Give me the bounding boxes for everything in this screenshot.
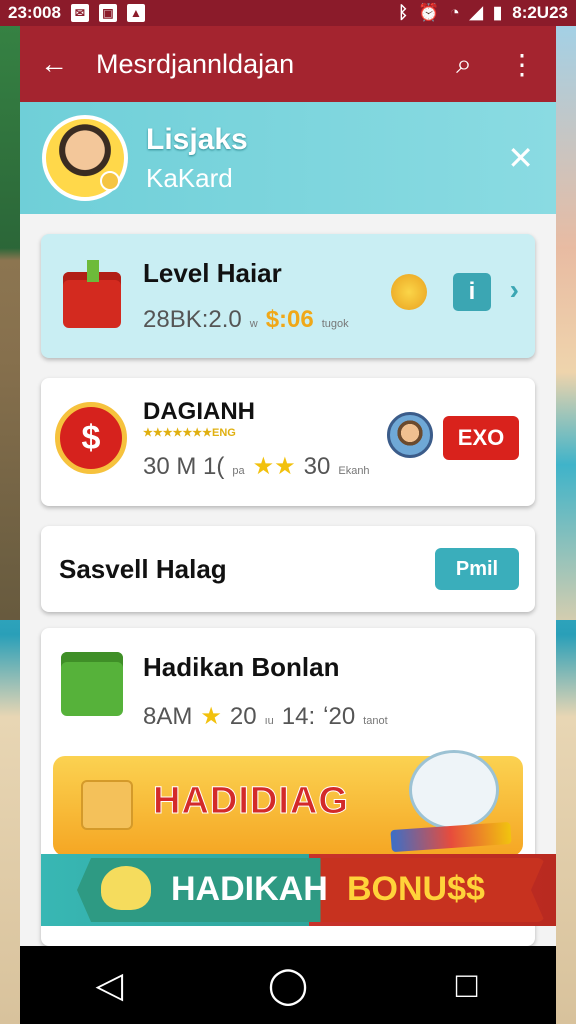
status-time-left: 23:008 bbox=[8, 3, 61, 22]
list-item-daily[interactable]: $ DAGIANH ★★★★★★★ENG 30 M 1( pa ★★ 30 Ek… bbox=[41, 378, 535, 506]
background-beach-right bbox=[556, 0, 576, 620]
bonus-banner-label-left: HADIKAH bbox=[171, 870, 328, 908]
card-title: Level Haiar bbox=[143, 258, 282, 288]
nav-home-icon[interactable]: ◯ bbox=[258, 964, 318, 1006]
card-meta-extra: ʻ20 bbox=[323, 703, 356, 730]
alarm-icon: ⏰ bbox=[418, 3, 440, 22]
card-meta-time: 14: bbox=[281, 703, 316, 730]
card-meta-count: 30 bbox=[303, 453, 331, 480]
exo-button[interactable]: EXO bbox=[443, 416, 519, 460]
badge-icon bbox=[100, 171, 120, 191]
status-bar: 23:008 ✉ ▣ ▲ ᛒ ⏰ ◔ ◢ ▮ 8:2U23 bbox=[0, 0, 576, 26]
profile-name: Lisjaks bbox=[146, 122, 248, 156]
info-button[interactable]: i bbox=[453, 273, 491, 311]
card-meta-small: tanot bbox=[363, 715, 388, 727]
bonus-banner[interactable]: HADIKAH BONU$$ bbox=[41, 854, 556, 926]
card-meta-unit: w bbox=[249, 318, 258, 330]
card-title: Hadikan Bonlan bbox=[143, 652, 340, 682]
signal-icon: ◢ bbox=[469, 3, 483, 22]
background-palm-left bbox=[0, 0, 22, 620]
page-title: Mesrdjannldajan bbox=[96, 48, 295, 79]
profile-subtitle: KaKard bbox=[146, 162, 233, 193]
notification-icon: ✉ bbox=[70, 4, 89, 22]
bluetooth-icon: ᛒ bbox=[398, 3, 409, 22]
hand-icon bbox=[101, 866, 151, 910]
promo-banner-label: HADIDIAG bbox=[153, 780, 349, 823]
notification-icon: ▲ bbox=[126, 4, 145, 22]
card-meta-unit: ıu bbox=[264, 715, 274, 727]
avatar[interactable] bbox=[42, 115, 128, 201]
back-arrow-icon[interactable]: ← bbox=[38, 48, 70, 80]
books-icon bbox=[390, 821, 512, 853]
card-meta-unit: pa bbox=[232, 465, 245, 477]
card-meta-count: 20 bbox=[229, 703, 257, 730]
battery-icon: ▮ bbox=[492, 3, 503, 22]
app-bar: ← Mesrdjannldajan ⌕ ⋮ bbox=[20, 26, 556, 102]
teapot-icon bbox=[409, 750, 499, 830]
card-meta-value: 28BK:2.0 bbox=[143, 306, 242, 333]
promo-banner[interactable]: HADIDIAG bbox=[53, 750, 523, 856]
card-meta-small: Ekanh bbox=[338, 465, 370, 477]
star-icon: ★★ bbox=[252, 453, 296, 480]
app-screen: ← Mesrdjannldajan ⌕ ⋮ Lisjaks KaKard ✕ L… bbox=[20, 26, 556, 946]
card-meta: 8AM ★ 20 ıu 14: ʻ20 tanot bbox=[143, 702, 388, 731]
coin-icon: $ bbox=[55, 402, 127, 474]
card-meta: 28BK:2.0 w $:06 tugok bbox=[143, 306, 349, 334]
card-title: DAGIANH bbox=[143, 398, 255, 425]
bonus-banner-label-right: BONU$$ bbox=[347, 870, 485, 908]
wifi-icon: ◔ bbox=[449, 3, 460, 22]
notification-icon: ▣ bbox=[98, 4, 117, 22]
list-item-level[interactable]: Level Haiar 28BK:2.0 w $:06 tugok i › bbox=[41, 234, 535, 358]
gift-box-icon bbox=[61, 652, 123, 716]
card-title: Sasvell Halag bbox=[59, 554, 227, 584]
profile-header: Lisjaks KaKard ✕ bbox=[20, 102, 556, 214]
navigation-bar: ◁ ◯ □ bbox=[20, 946, 556, 1024]
more-vert-icon[interactable]: ⋮ bbox=[506, 48, 538, 81]
chevron-right-icon[interactable]: › bbox=[510, 274, 519, 306]
card-meta-value: 30 M 1( bbox=[143, 453, 225, 480]
nav-recents-icon[interactable]: □ bbox=[437, 964, 497, 1006]
close-icon[interactable]: ✕ bbox=[507, 139, 534, 177]
list-item-sasvell[interactable]: Sasvell Halag Pmil bbox=[41, 526, 535, 612]
ball-icon bbox=[391, 274, 427, 310]
nav-back-icon[interactable]: ◁ bbox=[79, 964, 139, 1006]
card-subtitle: ★★★★★★★ENG bbox=[143, 427, 236, 439]
status-time-right: 8:2U23 bbox=[512, 3, 568, 22]
card-meta: 30 M 1( pa ★★ 30 Ekanh bbox=[143, 452, 370, 481]
card-meta-small: tugok bbox=[321, 318, 349, 330]
trophy-icon bbox=[81, 780, 133, 830]
star-icon: ★ bbox=[200, 703, 222, 730]
email-button[interactable]: Pmil bbox=[435, 548, 519, 590]
card-meta-value: 8AM bbox=[143, 703, 193, 730]
avatar bbox=[387, 412, 433, 458]
search-icon[interactable]: ⌕ bbox=[448, 48, 480, 81]
card-meta-price: $:06 bbox=[265, 306, 314, 333]
gift-box-icon bbox=[63, 260, 121, 328]
list-item-bonus[interactable]: Hadikan Bonlan 8AM ★ 20 ıu 14: ʻ20 tanot… bbox=[41, 628, 556, 946]
profile-names: Lisjaks KaKard bbox=[146, 123, 489, 194]
